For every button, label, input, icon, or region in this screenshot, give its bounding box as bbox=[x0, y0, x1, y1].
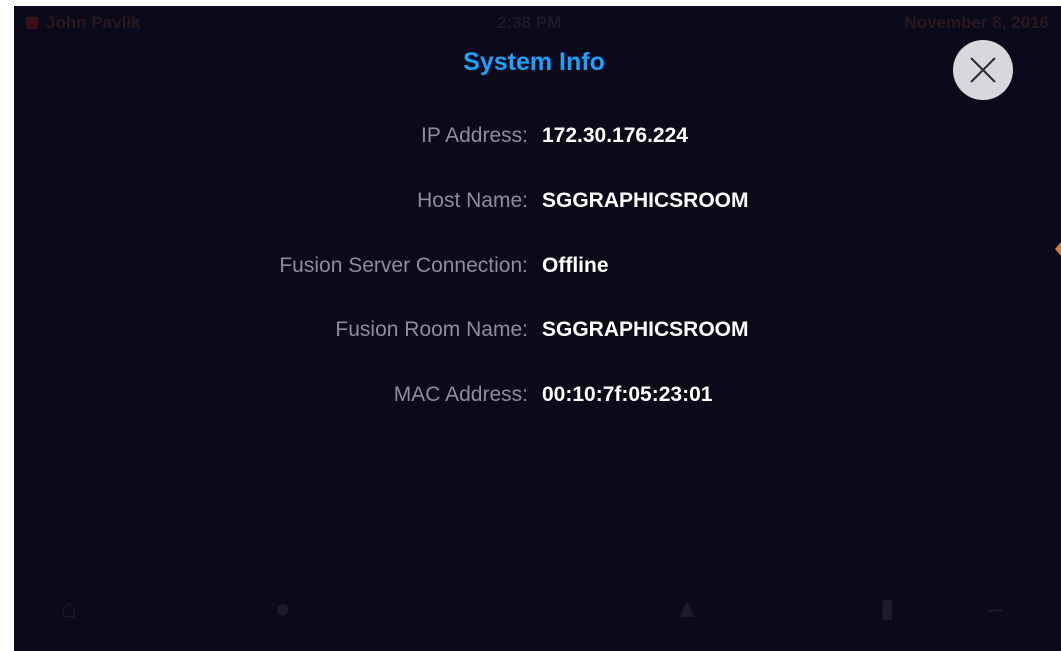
status-date: November 8, 2016 bbox=[904, 13, 1049, 32]
status-user: John Pavlik bbox=[26, 13, 140, 33]
person-icon: ▲ bbox=[674, 593, 700, 623]
fusion-server-connection-value: Offline bbox=[542, 254, 609, 277]
fusion-server-connection-label: Fusion Server Connection: bbox=[279, 254, 528, 277]
modal-title: System Info bbox=[463, 48, 605, 76]
close-button[interactable] bbox=[953, 40, 1013, 100]
user-indicator-icon bbox=[26, 17, 38, 29]
host-name-label: Host Name: bbox=[417, 189, 528, 212]
mac-address-value: 00:10:7f:05:23:01 bbox=[542, 383, 713, 406]
power-icon: – bbox=[987, 593, 1003, 623]
home-icon: ⌂ bbox=[61, 593, 77, 623]
status-time: 2:38 PM bbox=[497, 13, 562, 32]
status-user-name: John Pavlik bbox=[46, 13, 141, 32]
mic-icon: ● bbox=[275, 593, 291, 623]
fusion-room-name-value: SGGRAPHICSROOM bbox=[542, 318, 749, 341]
ip-address-label: IP Address: bbox=[420, 124, 528, 147]
volume-icon: ▮ bbox=[879, 593, 895, 623]
host-name-value: SGGRAPHICSROOM bbox=[542, 189, 749, 212]
system-info-screen: John Pavlik 2:38 PM November 8, 2016 Sys… bbox=[14, 6, 1061, 651]
bottom-bar: ⌂ ● ▲ ▮ – bbox=[14, 581, 1061, 651]
info-row-ip-address: IP Address: 172.30.176.224 bbox=[14, 124, 1061, 154]
info-row-host-name: Host Name: SGGRAPHICSROOM bbox=[14, 189, 1061, 219]
info-row-mac-address: MAC Address: 00:10:7f:05:23:01 bbox=[14, 383, 1061, 413]
status-bar: John Pavlik 2:38 PM November 8, 2016 bbox=[14, 6, 1061, 40]
close-x-icon bbox=[970, 57, 996, 83]
info-row-fusion-room-name: Fusion Room Name: SGGRAPHICSROOM bbox=[14, 318, 1061, 348]
edge-indicator-icon bbox=[1055, 242, 1061, 256]
ip-address-value: 172.30.176.224 bbox=[542, 124, 688, 147]
mac-address-label: MAC Address: bbox=[393, 383, 528, 406]
info-row-fusion-server-connection: Fusion Server Connection: Offline bbox=[14, 254, 1061, 284]
fusion-room-name-label: Fusion Room Name: bbox=[335, 318, 528, 341]
